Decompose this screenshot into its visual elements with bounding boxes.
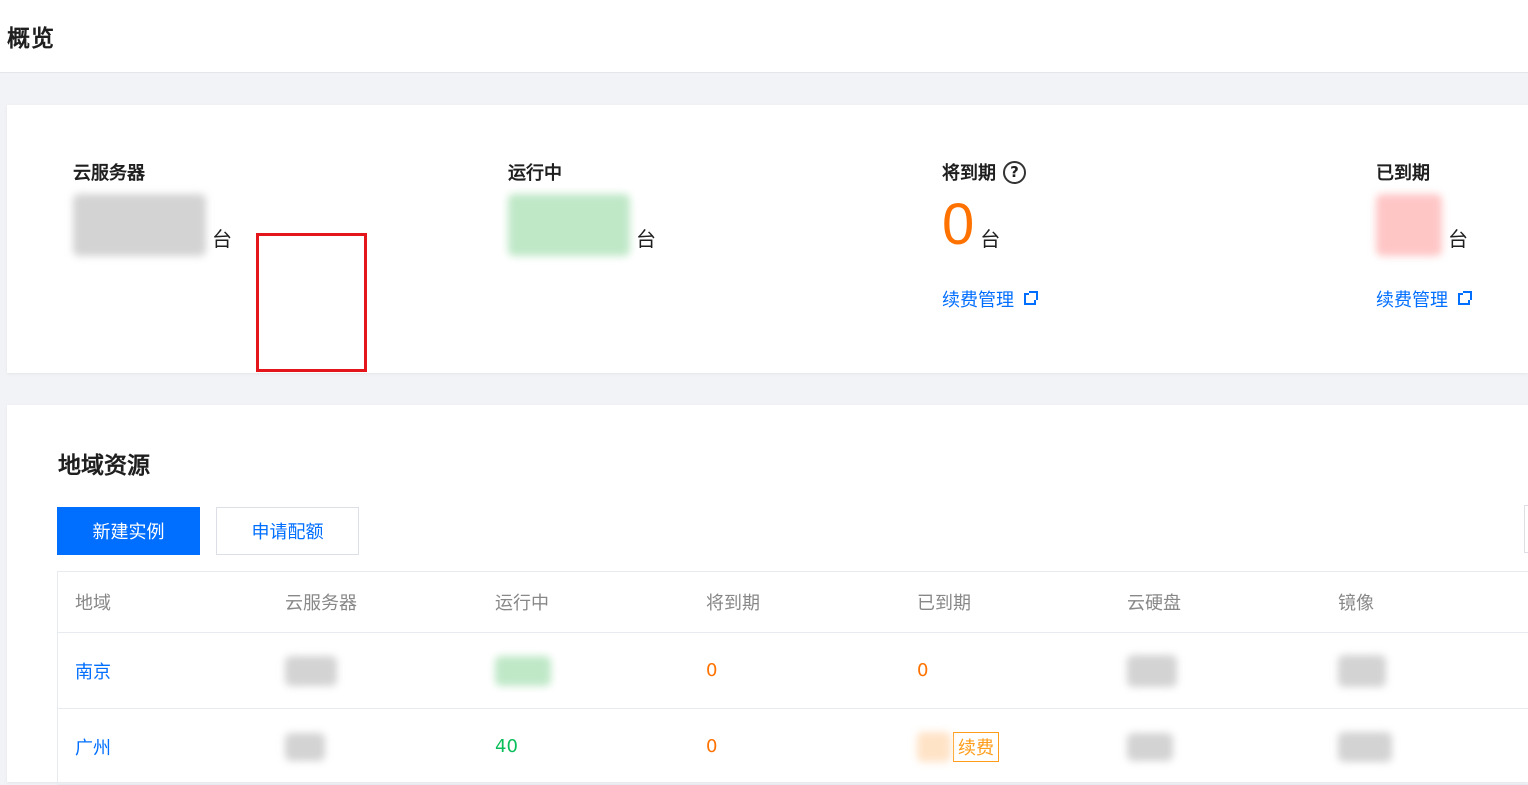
- region-link[interactable]: 广州: [75, 709, 111, 784]
- stat-servers: 云服务器 台: [73, 160, 232, 256]
- redacted-value: [1127, 732, 1173, 761]
- expired-count: 0: [917, 660, 929, 681]
- renew-management-link[interactable]: 续费管理: [942, 286, 1038, 312]
- redacted-value: [1338, 731, 1392, 762]
- help-icon[interactable]: ?: [1003, 160, 1026, 184]
- overview-stats-card: 云服务器 台 运行中 台 将到期 ? 0 台 续费管理 已到期 台 续费管理: [7, 105, 1528, 373]
- stat-expiring-label: 将到期: [942, 163, 996, 184]
- column-header-servers: 云服务器: [285, 593, 357, 614]
- redacted-value: [1338, 654, 1386, 687]
- redacted-value: [285, 655, 337, 686]
- renew-tag[interactable]: 续费: [953, 731, 999, 762]
- new-instance-button[interactable]: 新建实例: [57, 507, 200, 555]
- running-count: 40: [495, 736, 518, 757]
- expiring-count: 0: [706, 660, 718, 681]
- renew-management-label: 续费管理: [1376, 290, 1448, 311]
- expiring-count: 0: [706, 736, 718, 757]
- redacted-value: [917, 731, 951, 762]
- section-title: 地域资源: [58, 453, 150, 479]
- stat-servers-unit: 台: [212, 227, 232, 251]
- column-header-images: 镜像: [1338, 593, 1374, 614]
- redacted-value: [285, 732, 325, 761]
- page-title: 概览: [7, 26, 55, 52]
- external-link-icon: [1458, 291, 1472, 305]
- stat-expiring: 将到期 ? 0 台 续费管理: [942, 160, 1038, 312]
- stat-expired-value-redacted: [1376, 194, 1442, 256]
- table-row: 南京 0 0: [58, 633, 1528, 709]
- apply-quota-button[interactable]: 申请配额: [216, 507, 359, 555]
- partial-control-edge[interactable]: [1524, 505, 1528, 553]
- renew-management-link-expired[interactable]: 续费管理: [1376, 286, 1472, 312]
- stat-expired: 已到期 台 续费管理: [1376, 160, 1472, 312]
- table-row: 广州 40 0 续费: [58, 709, 1528, 785]
- stat-expiring-value: 0: [942, 192, 975, 257]
- stat-running-unit: 台: [636, 227, 656, 251]
- column-header-expired: 已到期: [917, 593, 971, 614]
- region-table: 地域 云服务器 运行中 将到期 已到期 云硬盘 镜像 南京 0 0 广州 40 …: [57, 571, 1528, 785]
- page-header: 概览: [0, 0, 1528, 73]
- region-resources-card: 地域资源 新建实例 申请配额 地域 云服务器 运行中 将到期 已到期 云硬盘 镜…: [7, 405, 1528, 785]
- stat-servers-value-redacted: [73, 194, 206, 256]
- column-header-expiring: 将到期: [706, 593, 760, 614]
- column-header-region: 地域: [75, 593, 111, 614]
- region-link[interactable]: 南京: [75, 633, 111, 708]
- external-link-icon: [1024, 291, 1038, 305]
- stat-running-value-redacted: [508, 194, 630, 256]
- stat-running: 运行中 台: [508, 160, 656, 256]
- table-header-row: 地域 云服务器 运行中 将到期 已到期 云硬盘 镜像: [58, 572, 1528, 633]
- stat-expired-label: 已到期: [1376, 163, 1430, 184]
- redacted-value: [1127, 654, 1177, 687]
- column-header-running: 运行中: [495, 593, 549, 614]
- stat-expiring-unit: 台: [980, 227, 1001, 251]
- stat-expired-unit: 台: [1448, 227, 1468, 251]
- renew-management-label: 续费管理: [942, 290, 1014, 311]
- stat-servers-label: 云服务器: [73, 163, 145, 184]
- redacted-value: [495, 655, 551, 686]
- column-header-disks: 云硬盘: [1127, 593, 1181, 614]
- stat-running-label: 运行中: [508, 163, 562, 184]
